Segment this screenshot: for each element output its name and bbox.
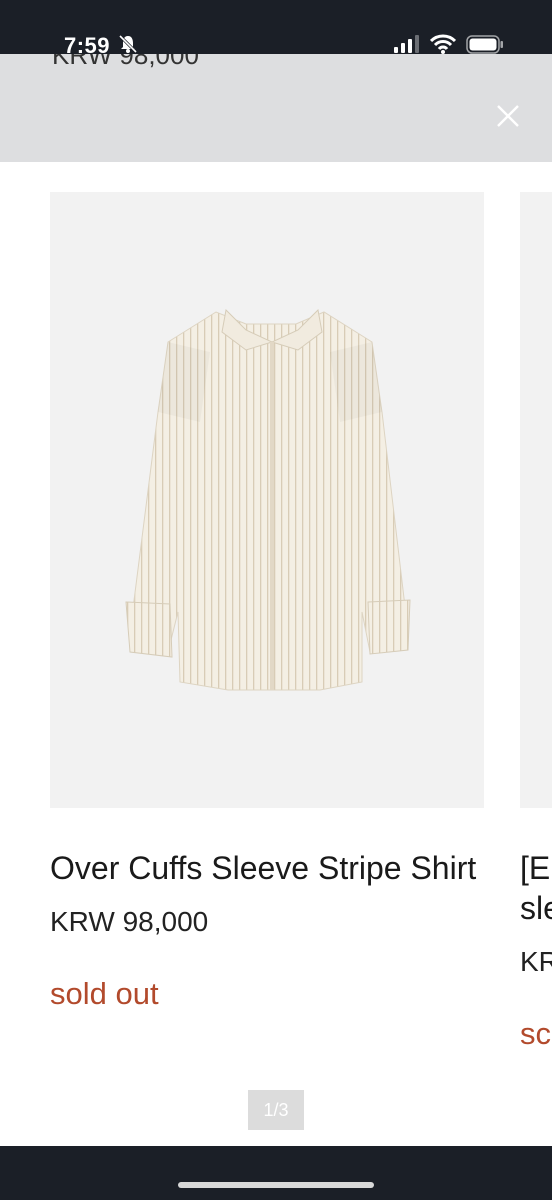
product-sheet: KRW 98,000 Over Cuffs Sleeve Stripe Shir… xyxy=(0,54,552,1146)
product-title[interactable]: Over Cuffs Sleeve Stripe Shirt xyxy=(50,848,484,888)
sheet-header: KRW 98,000 xyxy=(0,54,552,162)
next-product-status: sc xyxy=(520,1016,551,1051)
home-indicator[interactable] xyxy=(178,1182,374,1188)
product-image[interactable] xyxy=(50,192,484,808)
bell-slash-icon xyxy=(118,34,138,54)
shirt-illustration xyxy=(125,308,411,691)
product-price: KRW 98,000 xyxy=(50,906,209,937)
next-product-title-line1: [E xyxy=(520,850,551,886)
pagination-indicator: 1/3 xyxy=(248,1090,304,1130)
next-product-title-line2: sle xyxy=(520,890,552,926)
next-product-price: KR xyxy=(520,946,552,977)
signal-icon xyxy=(394,35,419,53)
next-product-card[interactable]: [E sle KR sc xyxy=(520,192,552,1052)
product-card[interactable]: Over Cuffs Sleeve Stripe Shirt KRW 98,00… xyxy=(50,192,484,1012)
battery-icon xyxy=(466,35,503,54)
status-bar: 7:59 xyxy=(0,0,552,58)
close-icon[interactable] xyxy=(486,94,530,138)
next-product-image[interactable] xyxy=(520,192,552,808)
peek-price-text: KRW 98,000 xyxy=(52,54,199,70)
wifi-icon xyxy=(430,34,456,54)
sold-out-label: sold out xyxy=(50,976,159,1011)
